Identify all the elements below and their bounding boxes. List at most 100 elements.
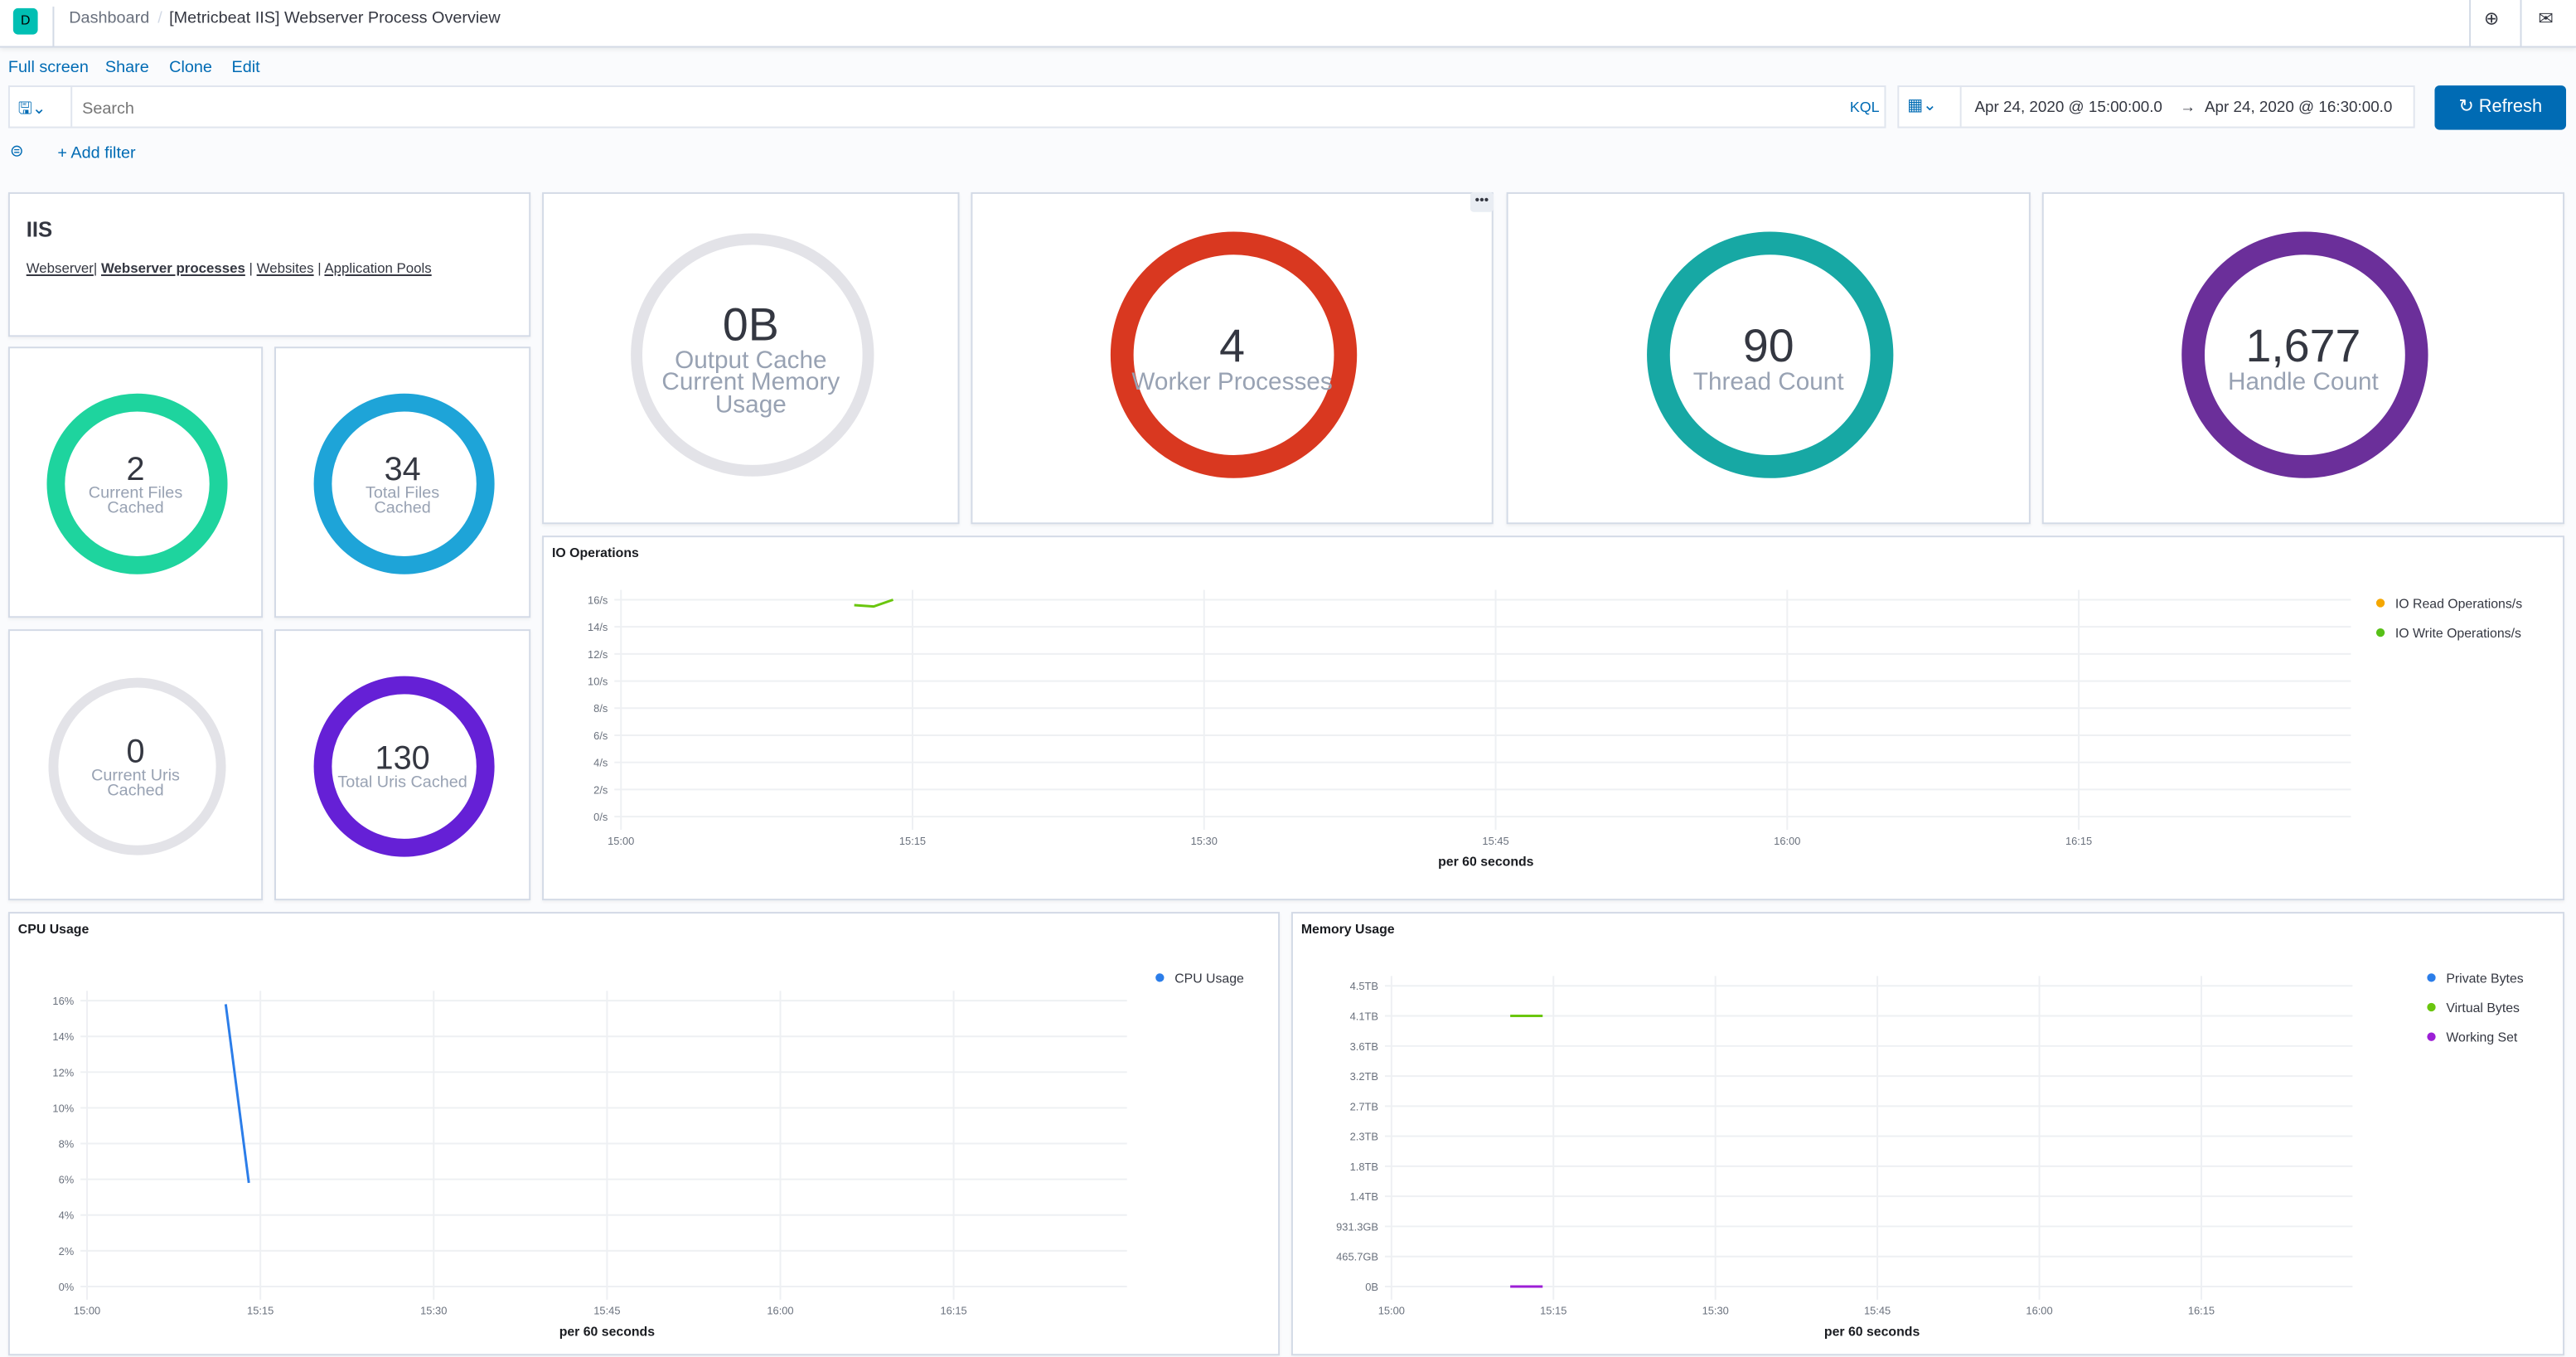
y-tick-label: 2.3TB — [1350, 1131, 1378, 1143]
link-webserver[interactable]: Webserver — [27, 259, 94, 276]
series-line-cpu-usage — [224, 1004, 250, 1184]
x-tick-label: 16:15 — [940, 1305, 966, 1317]
divider — [52, 6, 55, 46]
date-end[interactable]: Apr 24, 2020 @ 16:30:00.0 — [2205, 99, 2392, 117]
y-tick-label: 2% — [59, 1245, 75, 1258]
y-tick-label: 12% — [52, 1066, 74, 1078]
x-tick-label: 15:30 — [1191, 835, 1218, 847]
y-tick-label: 8/s — [593, 702, 608, 715]
legend-marker — [1155, 973, 1165, 982]
mail-icon[interactable]: ✉ — [2538, 8, 2553, 30]
y-tick-label: 8% — [59, 1137, 75, 1150]
metric-panel-worker: 4 Worker Processes — [971, 191, 1494, 525]
filter-icon[interactable]: ⊜ — [10, 143, 24, 161]
y-tick-label: 14/s — [588, 621, 608, 633]
legend-marker — [2375, 599, 2385, 608]
y-tick-label: 4% — [59, 1209, 75, 1222]
y-tick-label: 4/s — [593, 757, 608, 769]
refresh-label: Refresh — [2478, 96, 2543, 117]
legend-marker — [2427, 1032, 2436, 1041]
legend-item: Private Bytes — [2446, 972, 2523, 986]
metric-value: 130 — [375, 740, 430, 778]
date-start[interactable]: Apr 24, 2020 @ 15:00:00.0 — [1974, 99, 2162, 117]
legend-marker — [2427, 973, 2436, 982]
link-webserver-processes[interactable]: Webserver processes — [101, 259, 245, 276]
date-arrow-icon: → — [2180, 98, 2196, 117]
io-operations-panel: IO Operations 0/s 2/s 4/s 6/s 8/s 10/s 12/s 14/… — [542, 536, 2565, 901]
y-tick-label: 4.1TB — [1350, 1010, 1378, 1022]
metric-panel-current-uris: 0 Current Uris Cached — [7, 629, 264, 901]
divider — [2469, 0, 2472, 46]
legend-item: Working Set — [2446, 1031, 2518, 1045]
memory-usage-chart: 0B 465.7GB 931.3GB 1.4TB 1.8TB 2.3TB 2.7TB 3.2T… — [1336, 972, 2524, 1339]
top-header: D Dashboard / [Metricbeat IIS] Webserver… — [0, 0, 2576, 48]
y-tick-label: 16% — [52, 995, 74, 1007]
y-tick-label: 12/s — [588, 648, 608, 661]
x-tick-label: 15:00 — [608, 835, 634, 847]
metric-value: 0 — [126, 734, 145, 770]
y-tick-label: 931.3GB — [1336, 1220, 1378, 1233]
x-tick-label: 15:30 — [1702, 1305, 1729, 1317]
x-tick-label: 15:45 — [1482, 835, 1508, 847]
legend-item: IO Write Operations/s — [2395, 627, 2521, 641]
calendar-icon[interactable]: ▦⌄ — [1907, 97, 1936, 115]
metric-label: Total Uris Cached — [337, 773, 467, 792]
x-tick-label: 16:15 — [2065, 835, 2092, 847]
metric-label: Thread Count — [1692, 368, 1844, 397]
metric-value: 4 — [1219, 321, 1245, 372]
cpu-usage-panel: CPU Usage 0% 2% 4% 6% 8% 10% 12% 14% 16% 15:00 15:… — [7, 912, 1281, 1356]
clone-link[interactable]: Clone — [169, 59, 212, 77]
kql-toggle[interactable]: KQL — [1850, 99, 1880, 115]
y-tick-label: 3.2TB — [1350, 1070, 1378, 1083]
search-input[interactable] — [79, 91, 1828, 125]
space-avatar[interactable]: D — [12, 7, 38, 35]
saved-query-icon[interactable]: 🖫⌄ — [18, 97, 46, 125]
x-axis-label: per 60 seconds — [1438, 855, 1534, 870]
y-tick-label: 10/s — [588, 676, 608, 688]
divider — [70, 87, 73, 127]
add-filter-link[interactable]: + Add filter — [57, 144, 135, 162]
metric-label: Usage — [714, 390, 787, 419]
metric-value: 90 — [1742, 321, 1794, 372]
y-tick-label: 2/s — [593, 783, 608, 796]
metric-panel-total-files: 34 Total Files Cached — [274, 347, 531, 618]
metric-value: 0B — [722, 298, 779, 350]
breadcrumb-separator: / — [157, 9, 162, 28]
series-line-io-write-operations-s — [854, 599, 894, 608]
y-tick-label: 465.7GB — [1336, 1251, 1378, 1263]
full-screen-link[interactable]: Full screen — [8, 59, 89, 77]
legend-item: Virtual Bytes — [2446, 1001, 2520, 1015]
y-tick-label: 0B — [1365, 1281, 1378, 1293]
legend-marker — [2375, 628, 2385, 637]
help-icon[interactable]: ⊕ — [2484, 8, 2499, 30]
divider — [1959, 87, 1962, 127]
metric-label: Cached — [107, 781, 164, 800]
y-tick-label: 1.8TB — [1350, 1161, 1378, 1173]
x-tick-label: 15:45 — [1864, 1305, 1891, 1317]
panel-options-icon[interactable]: ••• — [1470, 191, 1494, 212]
divider — [2520, 0, 2522, 46]
breadcrumb-dashboard[interactable]: Dashboard — [69, 10, 149, 28]
refresh-button[interactable]: ↻ Refresh — [2434, 85, 2567, 130]
iis-nav-panel: IIS Webserver| Webserver processes | Web… — [7, 191, 531, 337]
x-axis-label: per 60 seconds — [559, 1325, 656, 1339]
link-websites[interactable]: Websites — [257, 259, 314, 276]
legend-item: CPU Usage — [1174, 972, 1244, 986]
y-tick-label: 2.7TB — [1350, 1100, 1378, 1112]
metric-label: Cached — [374, 498, 431, 517]
x-tick-label: 16:00 — [767, 1305, 793, 1317]
y-tick-label: 4.5TB — [1350, 980, 1378, 992]
share-link[interactable]: Share — [105, 59, 149, 77]
link-application-pools[interactable]: Application Pools — [324, 259, 431, 276]
y-tick-label: 6/s — [593, 729, 608, 742]
metric-panel-handles: 1,677 Handle Count — [2041, 191, 2565, 525]
metric-panel-current-files: 2 Current Files Cached — [7, 347, 264, 618]
edit-link[interactable]: Edit — [231, 59, 259, 77]
y-tick-label: 0/s — [593, 811, 608, 823]
x-tick-label: 15:30 — [420, 1305, 447, 1317]
x-tick-label: 16:15 — [2188, 1305, 2215, 1317]
refresh-icon: ↻ — [2458, 96, 2479, 117]
metric-panel-output-cache: 0B Output Cache Current Memory Usage — [542, 191, 960, 525]
iis-title: IIS — [26, 216, 53, 242]
metric-label: Cached — [107, 498, 164, 517]
